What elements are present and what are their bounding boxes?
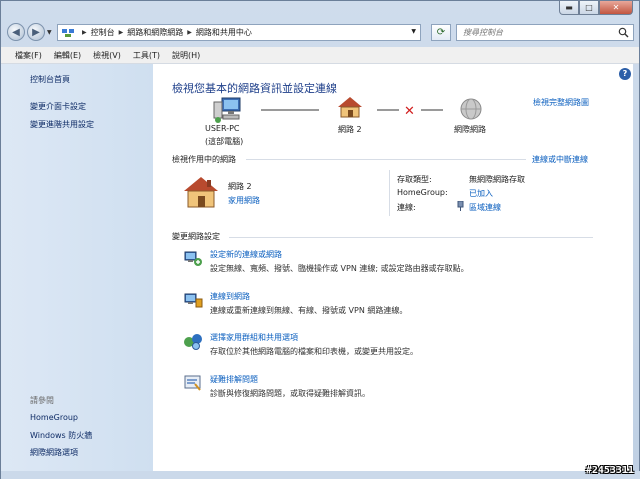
change-settings-label: 變更網路設定 (172, 232, 220, 241)
task-homegroup-sharing[interactable]: 選擇家用群組和共用選項 存取位於其他網路電腦的檔案和印表機，或變更共用設定。 (183, 332, 603, 362)
forward-button[interactable]: ▶ (27, 23, 45, 41)
navigation-bar: ◀ ▶ ▼ ▶ 控制台 ▶ 網路和網際網路 ▶ 網路和共用中心 ▼ ⟳ (1, 19, 639, 47)
network-sharing-center-window: ▬ □ ✕ ◀ ▶ ▼ ▶ 控制台 ▶ 網路和網際網路 ▶ 網路和共用中心 ▼ … (0, 0, 640, 479)
access-type-label: 存取類型: (397, 175, 432, 184)
menu-bar: 檔案(F) 編輯(E) 檢視(V) 工具(T) 說明(H) (1, 47, 639, 64)
back-button[interactable]: ◀ (7, 23, 25, 41)
menu-edit[interactable]: 編輯(E) (48, 50, 87, 61)
local-area-connection-link[interactable]: 區域連線 (469, 202, 501, 213)
help-icon[interactable]: ? (619, 68, 631, 80)
task-description: 設定無線、寬頻、撥號、臨機操作或 VPN 連線; 或設定路由器或存取點。 (210, 264, 469, 273)
search-input[interactable] (463, 28, 613, 37)
maximize-button[interactable]: □ (579, 1, 599, 15)
sidebar-link-change-advanced-sharing[interactable]: 變更進階共用設定 (30, 119, 94, 130)
divider (229, 237, 593, 238)
task-title[interactable]: 連線到網路 (210, 291, 250, 302)
connection-line (421, 109, 443, 111)
breadcrumb-network-internet[interactable]: 網路和網際網路 (127, 27, 183, 38)
breadcrumb-control-panel[interactable]: 控制台 (91, 27, 115, 38)
new-connection-icon (184, 251, 202, 266)
sidebar-link-change-adapter-settings[interactable]: 變更介面卡設定 (30, 101, 86, 112)
task-description: 存取位於其他網路電腦的檔案和印表機，或變更共用設定。 (210, 347, 418, 356)
breadcrumb-network-sharing-center[interactable]: 網路和共用中心 (196, 27, 252, 38)
connect-disconnect-link[interactable]: 連線或中斷連線 (532, 154, 588, 165)
network-node[interactable] (337, 96, 363, 120)
active-networks-label: 檢視作用中的網路 (172, 155, 236, 164)
breadcrumb-separator: ▶ (82, 29, 87, 36)
homegroup-joined-link[interactable]: 已加入 (469, 188, 493, 199)
internet-label: 網際網路 (454, 125, 486, 134)
task-setup-connection[interactable]: 設定新的連線或網路 設定無線、寬頻、撥號、臨機操作或 VPN 連線; 或設定路由… (183, 249, 603, 279)
computer-icon (213, 97, 241, 123)
see-also-label: 請參閱 (30, 396, 54, 405)
task-title[interactable]: 設定新的連線或網路 (210, 249, 282, 260)
troubleshoot-icon (184, 375, 201, 391)
connection-line (261, 109, 319, 111)
refresh-button[interactable]: ⟳ (431, 24, 451, 41)
breadcrumb-separator[interactable]: ▶ (187, 29, 192, 36)
sidebar-link-homegroup[interactable]: HomeGroup (30, 413, 78, 422)
access-type-value: 無網際網路存取 (469, 175, 525, 184)
caption-buttons: ▬ □ ✕ (559, 1, 633, 15)
connections-label: 連線: (397, 203, 416, 212)
no-connection-x-icon: ✕ (404, 104, 415, 119)
task-title[interactable]: 選擇家用群組和共用選項 (210, 332, 298, 343)
menu-view[interactable]: 檢視(V) (87, 50, 127, 61)
main-content: ? 檢視您基本的網路資訊並設定連線 檢視完整網路圖 USER-PC (這部電腦) (153, 64, 633, 471)
task-title[interactable]: 疑難排解問題 (210, 374, 258, 385)
divider (246, 159, 526, 160)
computer-node[interactable] (199, 96, 255, 126)
search-icon[interactable] (618, 27, 629, 38)
task-description: 連線或重新連線到無線、有線、撥號或 VPN 網路連線。 (210, 306, 408, 315)
window-bottom-border (1, 471, 640, 479)
connect-network-icon (184, 293, 203, 308)
page-title: 檢視您基本的網路資訊並設定連線 (172, 82, 337, 95)
homegroup-label: HomeGroup: (397, 188, 448, 197)
globe-icon (460, 98, 482, 120)
home-network-large-icon (184, 177, 218, 208)
vertical-divider (389, 170, 390, 216)
homegroup-icon (184, 334, 202, 350)
recent-pages-dropdown[interactable]: ▼ (47, 29, 52, 36)
connection-line (377, 109, 399, 111)
close-button[interactable]: ✕ (599, 1, 633, 15)
minimize-button[interactable]: ▬ (559, 1, 579, 15)
sidebar-link-internet-options[interactable]: 網際網路選項 (30, 447, 78, 458)
task-description: 診斷與修復網路問題，或取得疑難排解資訊。 (210, 389, 370, 398)
active-network-name: 網路 2 (228, 182, 252, 191)
task-connect-network[interactable]: 連線到網路 連線或重新連線到無線、有線、撥號或 VPN 網路連線。 (183, 291, 603, 321)
sidebar-link-windows-firewall[interactable]: Windows 防火牆 (30, 430, 92, 441)
menu-file[interactable]: 檔案(F) (9, 50, 48, 61)
address-dropdown[interactable]: ▼ (411, 28, 416, 35)
search-box[interactable] (456, 24, 634, 41)
sidebar-link-control-panel-home[interactable]: 控制台首頁 (30, 74, 70, 85)
home-network-icon (338, 97, 362, 118)
internet-node[interactable] (459, 97, 483, 123)
network-icon (62, 28, 74, 37)
image-watermark: #2453311 (585, 465, 634, 476)
menu-tools[interactable]: 工具(T) (127, 50, 166, 61)
sidebar: 控制台首頁 變更介面卡設定 變更進階共用設定 請參閱 HomeGroup Win… (1, 64, 153, 471)
menu-help[interactable]: 說明(H) (166, 50, 206, 61)
see-full-map-link[interactable]: 檢視完整網路圖 (533, 97, 589, 108)
network-name: 網路 2 (338, 125, 362, 134)
local-connection-icon (456, 200, 465, 213)
network-type-link[interactable]: 家用網路 (228, 195, 260, 206)
computer-name: USER-PC (205, 124, 240, 133)
computer-subtitle: (這部電腦) (205, 137, 244, 146)
address-bar[interactable]: ▶ 控制台 ▶ 網路和網際網路 ▶ 網路和共用中心 ▼ (57, 24, 421, 41)
task-troubleshoot[interactable]: 疑難排解問題 診斷與修復網路問題，或取得疑難排解資訊。 (183, 374, 603, 404)
breadcrumb-separator[interactable]: ▶ (119, 29, 124, 36)
